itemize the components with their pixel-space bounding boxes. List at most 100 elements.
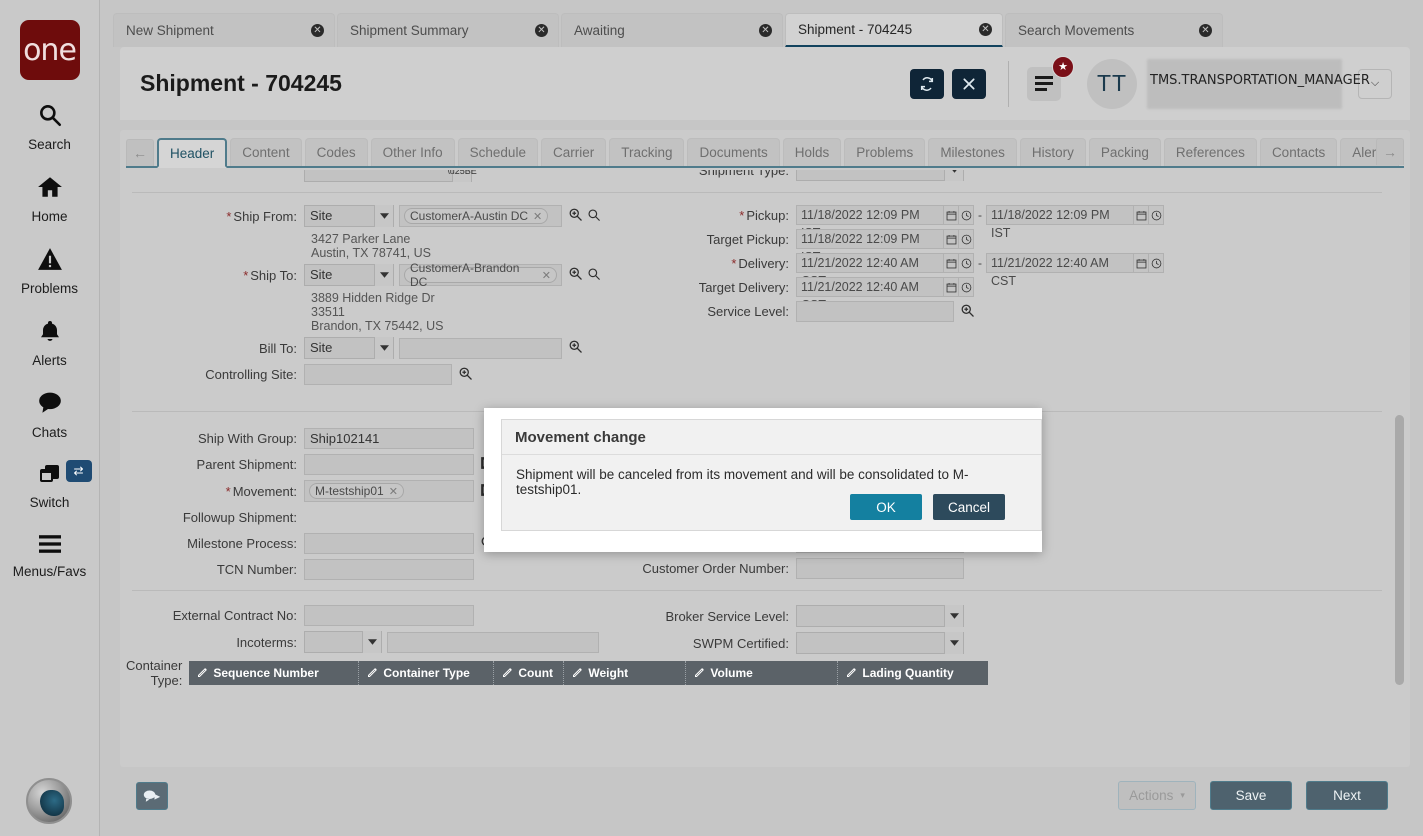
- calendar-icon[interactable]: [1134, 205, 1149, 225]
- external-contract-no-input[interactable]: [304, 605, 474, 626]
- ship-from-input[interactable]: CustomerA-Austin DC ✕: [399, 205, 562, 227]
- tabs-scroll-left-button[interactable]: ←: [126, 139, 154, 166]
- zoom-in-icon[interactable]: [568, 207, 583, 225]
- controlling-site-input[interactable]: [304, 364, 452, 385]
- tab-schedule[interactable]: Schedule: [458, 138, 538, 166]
- sidebar-item-search[interactable]: Search: [0, 102, 100, 152]
- star-badge-icon[interactable]: ★: [1052, 56, 1074, 78]
- browser-tab[interactable]: Search Movements ✕: [1005, 13, 1223, 47]
- form-scrollbar-thumb[interactable]: [1395, 415, 1404, 685]
- search-icon[interactable]: [587, 208, 601, 225]
- tab-contacts[interactable]: Contacts: [1260, 138, 1337, 166]
- next-button[interactable]: Next: [1306, 781, 1388, 810]
- close-icon[interactable]: ✕: [535, 24, 548, 37]
- tabs-scroll-right-button[interactable]: →: [1376, 138, 1404, 165]
- bill-to-type-select[interactable]: Site: [304, 337, 394, 359]
- sidebar-item-switch[interactable]: ⇄ Switch: [0, 462, 100, 510]
- ship-with-group-input[interactable]: Ship102141: [304, 428, 474, 449]
- close-icon[interactable]: ✕: [1199, 24, 1212, 37]
- user-avatar-initials[interactable]: TT: [1087, 59, 1137, 109]
- column-header-volume[interactable]: Volume: [686, 661, 838, 685]
- clock-icon[interactable]: [959, 229, 974, 249]
- broker-service-level-select[interactable]: [796, 605, 964, 627]
- milestone-process-input[interactable]: [304, 533, 474, 554]
- calendar-icon[interactable]: [944, 229, 959, 249]
- calendar-icon[interactable]: [944, 277, 959, 297]
- browser-tab[interactable]: Shipment Summary ✕: [337, 13, 559, 47]
- close-icon[interactable]: ✕: [979, 23, 992, 36]
- clock-icon[interactable]: [1149, 253, 1164, 273]
- ship-from-chip[interactable]: CustomerA-Austin DC ✕: [404, 208, 548, 224]
- close-icon[interactable]: ✕: [759, 24, 772, 37]
- tab-holds[interactable]: Holds: [783, 138, 842, 166]
- chat-button[interactable]: [136, 782, 168, 810]
- column-header-weight[interactable]: Weight: [564, 661, 686, 685]
- target-delivery-input[interactable]: 11/21/2022 12:40 AM CST: [796, 277, 944, 297]
- parent-shipment-input[interactable]: [304, 454, 474, 475]
- form-scrollbar[interactable]: [1392, 170, 1406, 761]
- cancel-button[interactable]: Cancel: [933, 494, 1005, 520]
- chip-close-icon[interactable]: ✕: [533, 210, 542, 223]
- clock-icon[interactable]: [959, 205, 974, 225]
- tab-packing[interactable]: Packing: [1089, 138, 1161, 166]
- column-header-container-type[interactable]: Container Type: [359, 661, 494, 685]
- save-button[interactable]: Save: [1210, 781, 1292, 810]
- ship-to-type-select[interactable]: Site: [304, 264, 394, 286]
- tab-problems[interactable]: Problems: [844, 138, 925, 166]
- sidebar-item-home[interactable]: Home: [0, 174, 100, 224]
- incoterms-select[interactable]: [304, 631, 382, 653]
- pickup-from-input[interactable]: 11/18/2022 12:09 PM IST: [796, 205, 944, 225]
- ship-from-type-select[interactable]: Site: [304, 205, 394, 227]
- chip-close-icon[interactable]: ✕: [542, 269, 551, 282]
- tab-history[interactable]: History: [1020, 138, 1086, 166]
- close-button[interactable]: [952, 69, 986, 99]
- tab-references[interactable]: References: [1164, 138, 1257, 166]
- browser-tab[interactable]: Awaiting ✕: [561, 13, 783, 47]
- sidebar-item-alerts[interactable]: Alerts: [0, 318, 100, 368]
- header-menu-button[interactable]: ★: [1027, 67, 1061, 101]
- search-icon[interactable]: [587, 267, 601, 284]
- ship-to-chip[interactable]: CustomerA-Brandon DC ✕: [404, 267, 557, 283]
- avatar[interactable]: [26, 778, 72, 824]
- clock-icon[interactable]: [1149, 205, 1164, 225]
- calendar-icon[interactable]: [944, 253, 959, 273]
- target-pickup-input[interactable]: 11/18/2022 12:09 PM IST: [796, 229, 944, 249]
- refresh-button[interactable]: [910, 69, 944, 99]
- calendar-icon[interactable]: [1134, 253, 1149, 273]
- delivery-from-input[interactable]: 11/21/2022 12:40 AM CST: [796, 253, 944, 273]
- clock-icon[interactable]: [959, 253, 974, 273]
- switch-badge-icon[interactable]: ⇄: [66, 460, 92, 482]
- browser-tab[interactable]: New Shipment ✕: [113, 13, 335, 47]
- tab-tracking[interactable]: Tracking: [609, 138, 684, 166]
- ship-to-input[interactable]: CustomerA-Brandon DC ✕: [399, 264, 562, 286]
- movement-chip[interactable]: M-testship01 ✕: [309, 483, 404, 499]
- sidebar-item-problems[interactable]: Problems: [0, 246, 100, 296]
- chip-close-icon[interactable]: ✕: [389, 485, 398, 498]
- calendar-icon[interactable]: [944, 205, 959, 225]
- tab-carrier[interactable]: Carrier: [541, 138, 606, 166]
- column-header-count[interactable]: Count: [494, 661, 564, 685]
- zoom-in-icon[interactable]: [568, 339, 583, 357]
- tab-header[interactable]: Header: [157, 138, 227, 168]
- pickup-to-input[interactable]: 11/18/2022 12:09 PM IST: [986, 205, 1134, 225]
- browser-tab-active[interactable]: Shipment - 704245 ✕: [785, 13, 1003, 47]
- close-icon[interactable]: ✕: [311, 24, 324, 37]
- sidebar-item-chats[interactable]: Chats: [0, 390, 100, 440]
- incoterms-text-input[interactable]: [387, 632, 599, 653]
- zoom-in-icon[interactable]: [568, 266, 583, 284]
- tab-milestones[interactable]: Milestones: [928, 138, 1017, 166]
- ok-button[interactable]: OK: [850, 494, 922, 520]
- clock-icon[interactable]: [959, 277, 974, 297]
- column-header-sequence-number[interactable]: Sequence Number: [189, 661, 359, 685]
- tab-codes[interactable]: Codes: [305, 138, 368, 166]
- zoom-in-icon[interactable]: [458, 366, 473, 384]
- tcn-number-input[interactable]: [304, 559, 474, 580]
- service-level-input[interactable]: [796, 301, 954, 322]
- actions-button[interactable]: Actions ▾: [1118, 781, 1196, 810]
- swpm-certified-select[interactable]: [796, 632, 964, 654]
- tab-other-info[interactable]: Other Info: [371, 138, 455, 166]
- customer-order-number-input[interactable]: [796, 558, 964, 579]
- shipment-type-select[interactable]: [796, 170, 964, 181]
- tab-documents[interactable]: Documents: [687, 138, 779, 166]
- tab-content[interactable]: Content: [230, 138, 301, 166]
